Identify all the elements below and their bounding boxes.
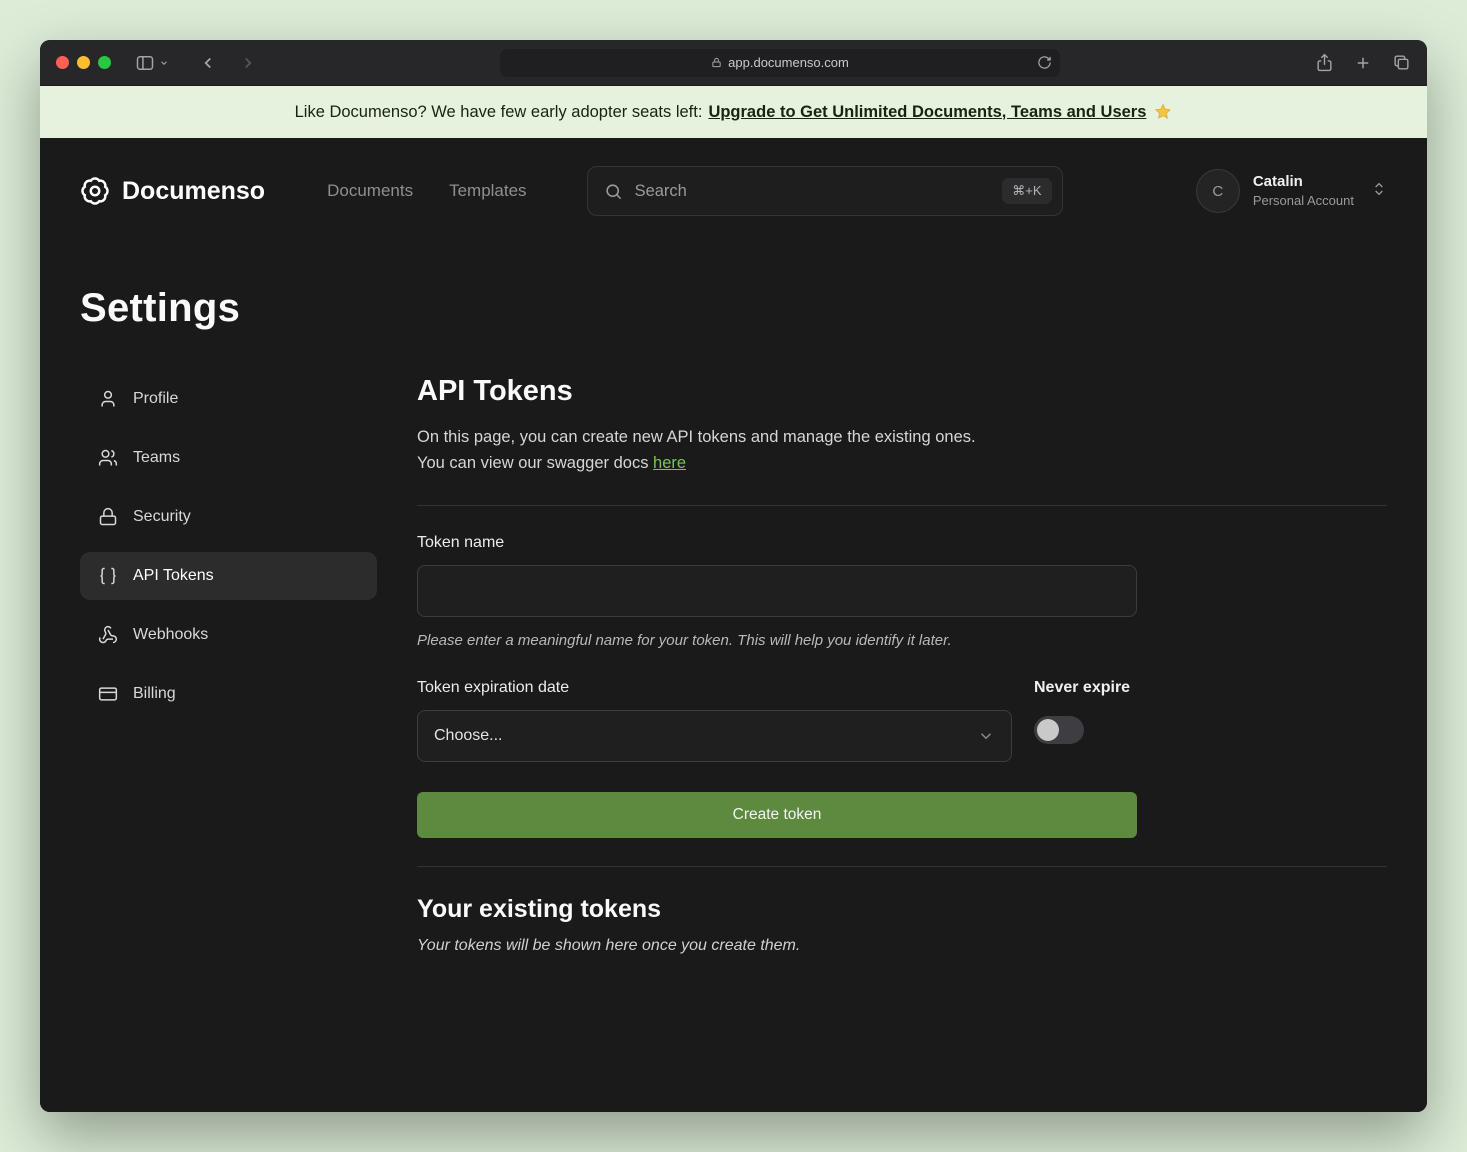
avatar: C <box>1196 169 1240 213</box>
user-name: Catalin <box>1253 172 1354 192</box>
chevron-down-icon <box>977 727 995 745</box>
expiration-label: Token expiration date <box>417 679 1012 697</box>
create-token-button[interactable]: Create token <box>417 792 1137 838</box>
swagger-docs-link[interactable]: here <box>653 454 686 472</box>
search-shortcut-badge: ⌘+K <box>1002 178 1051 204</box>
nav-documents[interactable]: Documents <box>327 181 413 201</box>
address-bar[interactable]: app.documenso.com <box>500 49 1060 77</box>
sidebar-item-label: Profile <box>133 390 178 408</box>
app-header: Documenso Documents Templates Search ⌘+K… <box>80 138 1387 244</box>
docs-text: You can view our swagger docs <box>417 454 653 472</box>
expiration-select[interactable]: Choose... <box>417 710 1012 762</box>
new-tab-icon[interactable] <box>1354 54 1372 72</box>
sidebar-item-label: Webhooks <box>133 626 208 644</box>
sidebar-item-label: Billing <box>133 685 176 703</box>
upgrade-link[interactable]: Upgrade to Get Unlimited Documents, Team… <box>708 103 1146 122</box>
webhook-icon <box>98 625 118 645</box>
settings-sidebar: Profile Teams Security API Tokens Webhoo… <box>80 375 377 718</box>
close-window-button[interactable] <box>56 56 69 69</box>
chevron-down-icon[interactable] <box>159 58 169 68</box>
sidebar-item-label: API Tokens <box>133 567 214 585</box>
sidebar-item-security[interactable]: Security <box>80 493 377 541</box>
expiration-selected-value: Choose... <box>434 727 502 745</box>
credit-card-icon <box>98 684 118 704</box>
token-name-input[interactable] <box>417 565 1137 617</box>
braces-icon <box>98 566 118 586</box>
api-tokens-panel: API Tokens On this page, you can create … <box>417 375 1387 955</box>
lock-icon <box>98 507 118 527</box>
page-title: Settings <box>80 286 1387 331</box>
divider <box>417 866 1387 867</box>
lock-icon <box>711 57 722 68</box>
window-controls <box>56 56 111 69</box>
sidebar-toggle-icon[interactable] <box>135 53 155 73</box>
url-text: app.documenso.com <box>728 55 849 70</box>
sidebar-item-billing[interactable]: Billing <box>80 670 377 718</box>
top-nav: Documents Templates <box>327 181 526 201</box>
sidebar-item-label: Teams <box>133 449 180 467</box>
section-description: On this page, you can create new API tok… <box>417 428 976 446</box>
minimize-window-button[interactable] <box>77 56 90 69</box>
section-heading: API Tokens <box>417 375 1387 408</box>
never-expire-toggle[interactable] <box>1034 716 1084 744</box>
search-input[interactable]: Search ⌘+K <box>587 166 1063 216</box>
promo-text: Like Documenso? We have few early adopte… <box>295 103 703 122</box>
refresh-icon[interactable] <box>1037 55 1052 70</box>
promo-banner: Like Documenso? We have few early adopte… <box>40 86 1427 138</box>
token-name-label: Token name <box>417 534 1387 552</box>
nav-templates[interactable]: Templates <box>449 181 526 201</box>
divider <box>417 505 1387 506</box>
star-icon <box>1154 103 1172 121</box>
user-icon <box>98 389 118 409</box>
users-icon <box>98 448 118 468</box>
existing-tokens-heading: Your existing tokens <box>417 895 1387 924</box>
app-content: Documenso Documents Templates Search ⌘+K… <box>40 138 1427 1112</box>
zoom-window-button[interactable] <box>98 56 111 69</box>
documenso-badge-icon <box>80 176 110 206</box>
never-expire-label: Never expire <box>1034 679 1130 697</box>
user-menu[interactable]: C Catalin Personal Account <box>1196 169 1387 213</box>
sidebar-item-webhooks[interactable]: Webhooks <box>80 611 377 659</box>
search-icon <box>604 182 623 201</box>
brand-name: Documenso <box>122 177 265 206</box>
forward-button[interactable] <box>239 54 257 72</box>
search-placeholder: Search <box>635 182 687 201</box>
back-button[interactable] <box>199 54 217 72</box>
browser-window: app.documenso.com Like Documenso? We hav… <box>40 40 1427 1112</box>
token-name-hint: Please enter a meaningful name for your … <box>417 632 1387 649</box>
existing-tokens-empty-text: Your tokens will be shown here once you … <box>417 937 1387 955</box>
sidebar-item-profile[interactable]: Profile <box>80 375 377 423</box>
sidebar-item-label: Security <box>133 508 191 526</box>
sidebar-item-teams[interactable]: Teams <box>80 434 377 482</box>
sidebar-item-api-tokens[interactable]: API Tokens <box>80 552 377 600</box>
tab-overview-icon[interactable] <box>1392 53 1411 72</box>
toggle-knob <box>1037 719 1059 741</box>
documenso-logo[interactable]: Documenso <box>80 176 265 206</box>
user-account-type: Personal Account <box>1253 192 1354 210</box>
share-icon[interactable] <box>1315 53 1334 72</box>
browser-toolbar: app.documenso.com <box>40 40 1427 86</box>
chevrons-up-down-icon <box>1371 181 1387 202</box>
